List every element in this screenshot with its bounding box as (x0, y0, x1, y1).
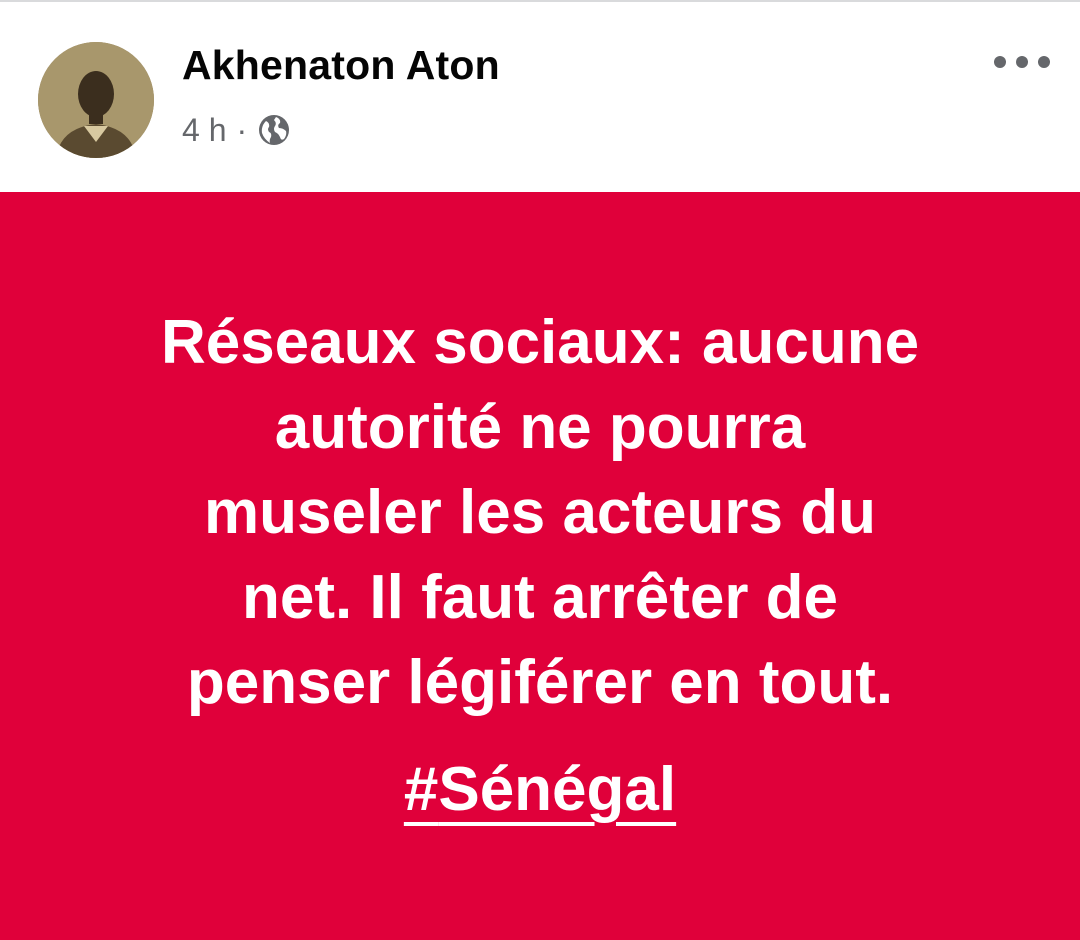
hashtag-prefix: # (403, 755, 439, 824)
facebook-post: Akhenaton Aton 4 h · Réseaux sociaux: au… (0, 0, 1080, 940)
globe-icon[interactable] (257, 113, 291, 147)
post-message: Réseaux sociaux: aucune autorité ne pour… (160, 308, 920, 717)
profile-photo-icon (38, 42, 154, 158)
hashtag-link[interactable]: #Sénégal (404, 755, 676, 824)
author-avatar[interactable] (38, 42, 154, 158)
post-timestamp[interactable]: 4 h (182, 112, 226, 149)
hashtag-word: Sénégal (438, 755, 677, 824)
hashtag-line: #Sénégal (0, 747, 1080, 832)
post-header: Akhenaton Aton 4 h · (0, 2, 1080, 192)
more-dots-icon (994, 56, 1050, 68)
more-options-button[interactable] (984, 42, 1060, 82)
post-text-background: Réseaux sociaux: aucune autorité ne pour… (0, 192, 1080, 940)
author-name[interactable]: Akhenaton Aton (182, 42, 500, 89)
post-meta: 4 h · (182, 110, 291, 150)
meta-separator: · (236, 111, 248, 148)
